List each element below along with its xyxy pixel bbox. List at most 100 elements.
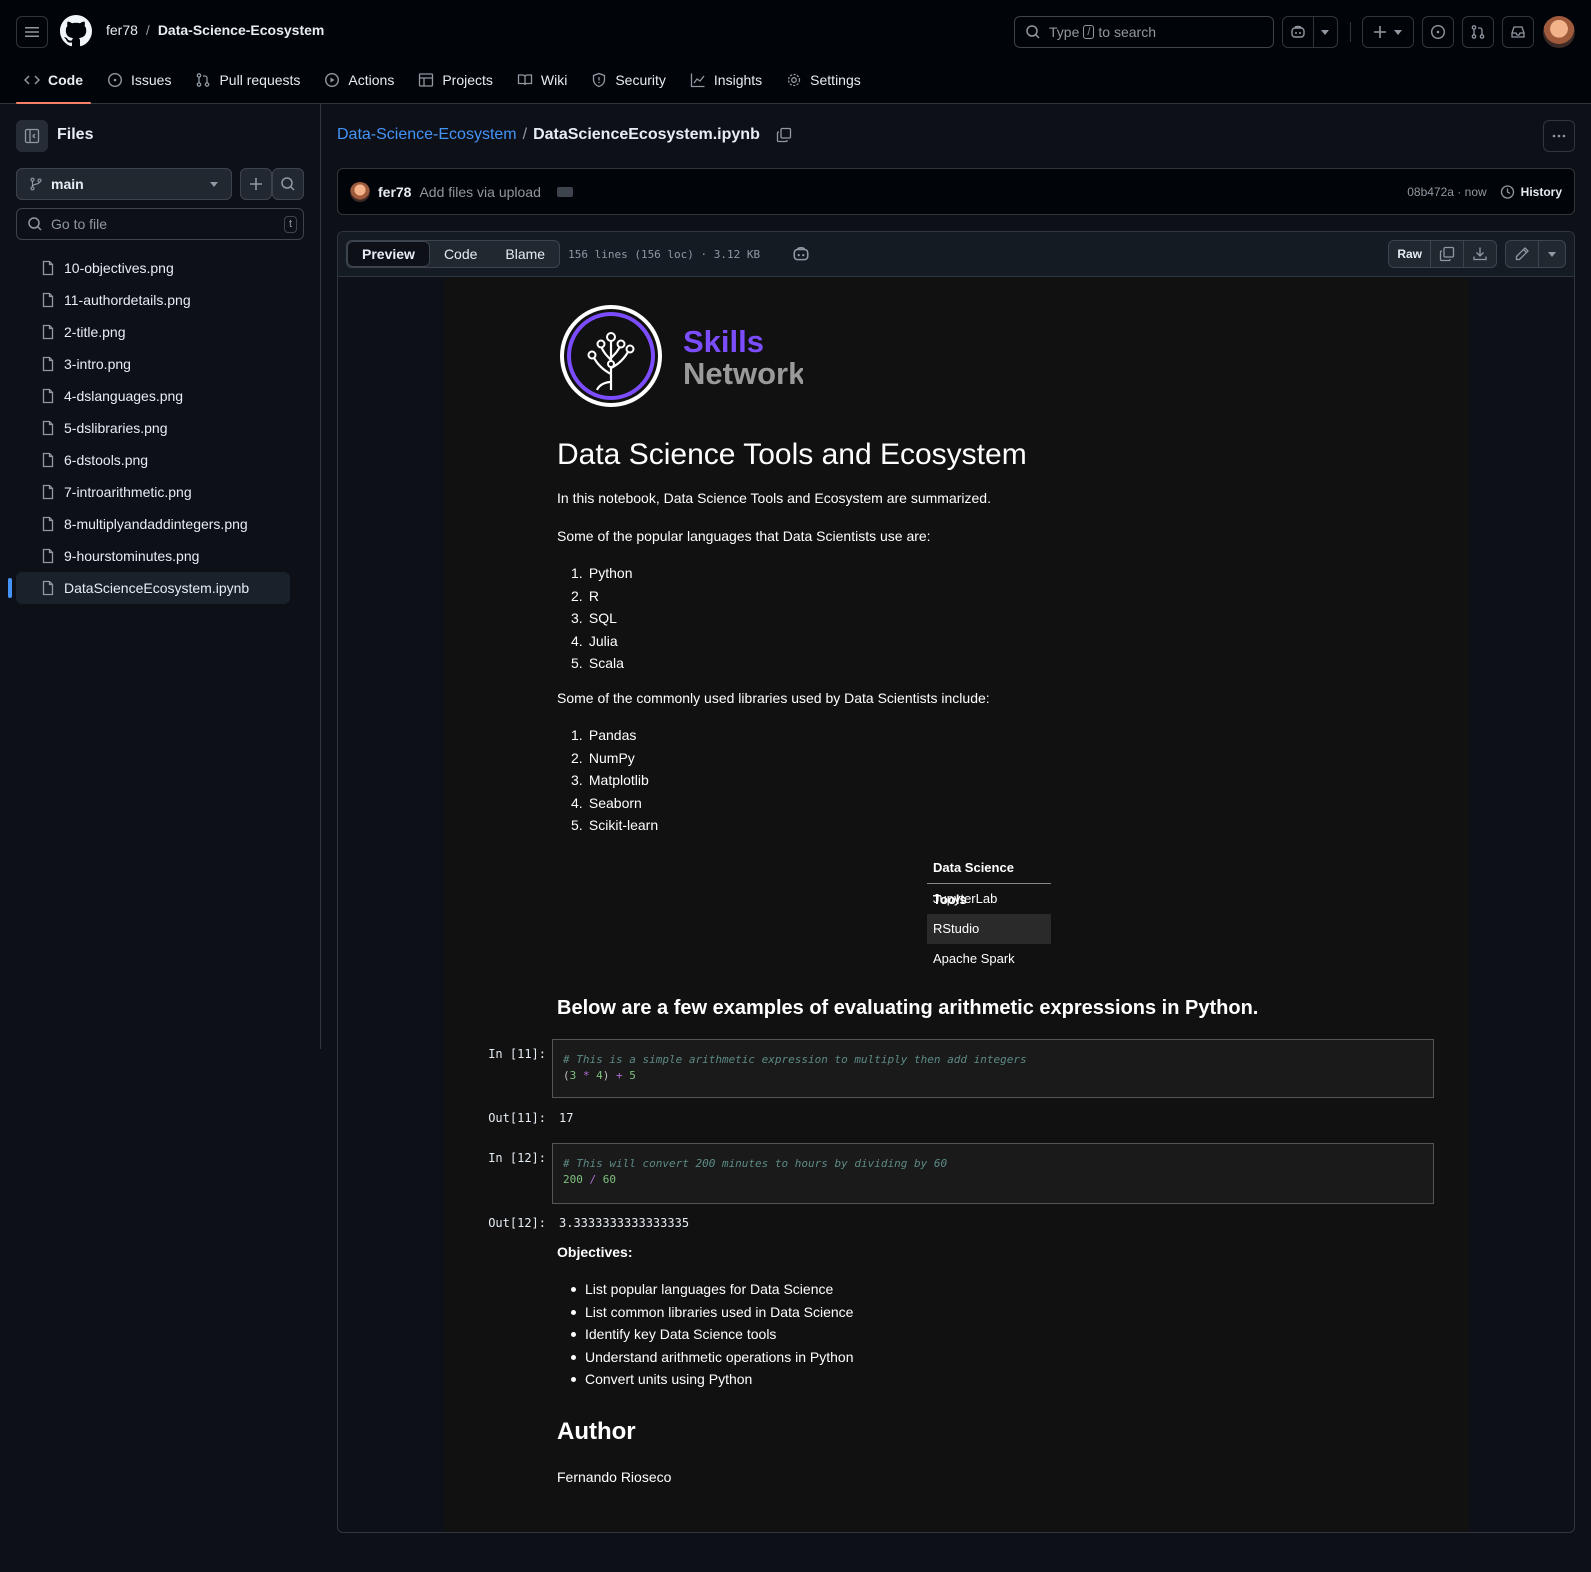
file-tree-item[interactable]: 11-authordetails.png (16, 284, 290, 316)
search-icon (1026, 25, 1040, 39)
list-item: 1. Pandas (557, 724, 658, 747)
file-icon (42, 580, 54, 596)
download-raw-button[interactable] (1464, 241, 1496, 267)
go-to-file-input[interactable]: Go to file t (16, 208, 304, 240)
commit-author-avatar[interactable] (350, 181, 370, 202)
file-viewer-header: Preview Code Blame 156 lines (156 loc) ·… (338, 232, 1574, 277)
issue-opened-icon (107, 72, 123, 88)
file-viewer: Preview Code Blame 156 lines (156 loc) ·… (337, 231, 1575, 1533)
tab-label: Projects (442, 72, 493, 88)
pencil-icon (1515, 247, 1529, 261)
edit-dropdown-button[interactable] (1539, 241, 1565, 267)
list-item: 4. Seaborn (557, 792, 658, 815)
raw-actions-group: Raw (1388, 240, 1497, 268)
add-file-button[interactable] (240, 168, 272, 200)
code-cell[interactable]: # This is a simple arithmetic expression… (552, 1039, 1434, 1098)
top-breadcrumb: fer78 / Data-Science-Ecosystem (106, 22, 324, 38)
file-tree-item[interactable]: 2-title.png (16, 316, 290, 348)
list-number: 1. (571, 727, 583, 743)
copy-path-icon[interactable] (776, 127, 792, 143)
repo-root-link[interactable]: Data-Science-Ecosystem (337, 126, 517, 144)
edit-file-button[interactable] (1506, 241, 1539, 267)
tab-projects[interactable]: Projects (410, 64, 501, 96)
git-pull-request-icon (1471, 25, 1485, 39)
search-placeholder-prefix: Type (1049, 24, 1080, 40)
triangle-down-icon (1394, 30, 1402, 35)
history-button[interactable]: History (1499, 184, 1562, 200)
tab-code[interactable]: Code (16, 64, 91, 104)
hamburger-menu-button[interactable] (16, 16, 48, 48)
kebab-horizontal-icon (1552, 134, 1566, 138)
list-item-text: Julia (588, 632, 618, 649)
commit-message[interactable]: Add files via upload (419, 184, 540, 200)
file-tree-item[interactable]: 4-dslanguages.png (16, 380, 290, 412)
file-tree-item[interactable]: 5-dslibraries.png (16, 412, 290, 444)
repo-nav: Code Issues Pull requests Actions Projec… (16, 64, 877, 104)
list-number: 5. (571, 655, 583, 671)
copilot-icon[interactable] (792, 245, 810, 263)
file-tree-item-label: DataScienceEcosystem.ipynb (64, 580, 250, 596)
user-avatar[interactable] (1543, 16, 1575, 48)
file-actions: Raw (1388, 240, 1566, 268)
raw-button[interactable]: Raw (1389, 241, 1431, 267)
notebook-title: Data Science Tools and Ecosystem (557, 438, 1027, 471)
input-prompt: In [12]: (488, 1151, 546, 1165)
tab-pull-requests[interactable]: Pull requests (187, 64, 308, 96)
file-tree-item[interactable]: 10-objectives.png (16, 252, 290, 284)
file-tree-item[interactable]: 3-intro.png (16, 348, 290, 380)
code-cell[interactable]: # This will convert 200 minutes to hours… (552, 1143, 1434, 1204)
view-code-button[interactable]: Code (430, 241, 491, 267)
list-item: 5. Scala (557, 652, 632, 675)
tab-actions[interactable]: Actions (316, 64, 402, 96)
commit-sha-time[interactable]: 08b472a · now (1407, 185, 1486, 199)
notifications-button[interactable] (1502, 16, 1534, 48)
tab-settings[interactable]: Settings (778, 64, 869, 96)
view-preview-button[interactable]: Preview (347, 241, 430, 267)
tab-insights[interactable]: Insights (682, 64, 770, 96)
owner-link[interactable]: fer78 (106, 22, 138, 38)
search-icon (28, 217, 42, 231)
list-item: 1. Python (557, 562, 632, 585)
your-issues-button[interactable] (1422, 16, 1454, 48)
list-item-text: Scala (588, 655, 624, 671)
logo-text-network: Network (683, 356, 803, 391)
file-tree-item[interactable]: 7-introarithmetic.png (16, 476, 290, 508)
create-new-button[interactable] (1362, 16, 1414, 48)
github-logo-icon[interactable] (60, 15, 92, 47)
tab-issues[interactable]: Issues (99, 64, 179, 96)
file-tree-item[interactable]: 6-dstools.png (16, 444, 290, 476)
your-pull-requests-button[interactable] (1462, 16, 1494, 48)
logo-text-skills: Skills (683, 324, 764, 359)
list-number: 2. (571, 749, 583, 766)
history-label: History (1520, 184, 1562, 199)
view-blame-button[interactable]: Blame (491, 241, 559, 267)
branch-selector[interactable]: main (16, 168, 232, 200)
file-tree-item[interactable]: 8-multiplyandaddintegers.png (16, 508, 290, 540)
file-tree-item-label: 5-dslibraries.png (64, 420, 168, 436)
triangle-down-icon (1321, 30, 1330, 35)
copilot-button[interactable] (1283, 17, 1314, 47)
expand-commit-message-button[interactable] (556, 186, 573, 197)
search-repo-button[interactable] (272, 168, 304, 200)
commit-author[interactable]: fer78 (378, 184, 411, 200)
file-tree-item[interactable]: 9-hourstominutes.png (16, 540, 290, 572)
list-number: 3. (571, 610, 583, 626)
list-number: 5. (571, 817, 583, 833)
header-divider (1350, 22, 1351, 42)
file-tree-sidebar: Files main Go to file t 10-objectives.pn… (0, 104, 321, 1049)
file-icon (42, 484, 54, 500)
copilot-dropdown-button[interactable] (1314, 17, 1337, 47)
list-item: 4. Julia (557, 630, 632, 653)
search-input[interactable]: Type / to search (1014, 16, 1274, 48)
collapse-file-tree-button[interactable] (16, 120, 48, 152)
libraries-intro: Some of the commonly used libraries used… (557, 690, 990, 706)
list-number: 2. (571, 587, 583, 604)
tab-wiki[interactable]: Wiki (509, 64, 575, 96)
copy-raw-button[interactable] (1431, 241, 1464, 267)
repo-link[interactable]: Data-Science-Ecosystem (158, 22, 325, 38)
tab-security[interactable]: Security (583, 64, 674, 96)
file-tree-item[interactable]: DataScienceEcosystem.ipynb (8, 572, 290, 604)
list-item: Understand arithmetic operations in Pyth… (557, 1346, 853, 1369)
more-options-button[interactable] (1543, 120, 1575, 152)
table-icon (419, 73, 434, 87)
